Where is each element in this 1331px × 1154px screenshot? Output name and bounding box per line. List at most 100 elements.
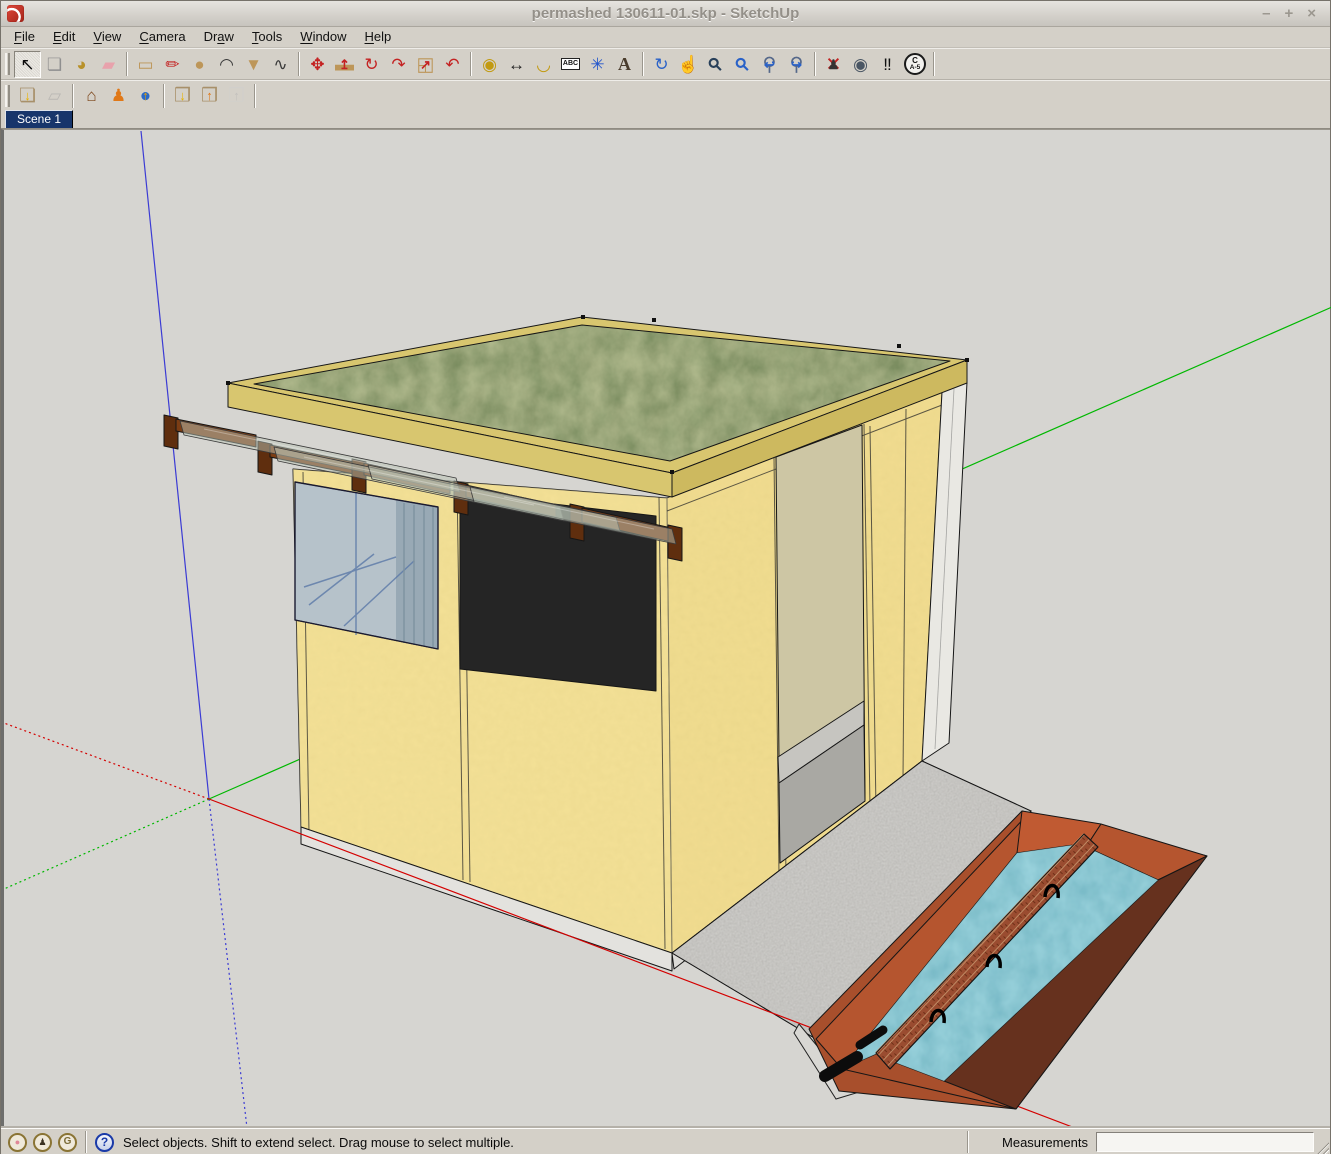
line-tool-button[interactable]: ✏ — [159, 51, 186, 78]
google-earth-icon: ↑ — [142, 89, 149, 102]
text-tool-icon: ABC — [561, 58, 580, 69]
position-camera-icon: ♟ — [828, 58, 840, 71]
polygon-tool-button[interactable]: ▼ — [240, 51, 267, 78]
follow-me-tool-icon: ↷ — [391, 56, 405, 73]
orbit-tool-icon: ↻ — [654, 56, 668, 73]
pan-tool-button[interactable]: ☝ — [675, 51, 702, 78]
rectangle-tool-button[interactable]: ▭ — [132, 51, 159, 78]
blue-axis-dotted — [209, 799, 247, 1128]
menu-item-file[interactable]: File — [5, 27, 44, 47]
credit-attribution-icon[interactable]: ♟ — [33, 1133, 52, 1152]
axes-tool-button[interactable]: ✳ — [584, 51, 611, 78]
preview-in-google-earth-button[interactable]: ♟ — [105, 82, 132, 109]
menu-item-camera[interactable]: Camera — [130, 27, 194, 47]
viewport[interactable] — [1, 129, 1330, 1128]
menu-item-tools[interactable]: Tools — [243, 27, 291, 47]
freehand-tool-icon: ∿ — [273, 56, 287, 73]
menu-item-edit[interactable]: Edit — [44, 27, 84, 47]
walk-tool-button[interactable]: ‼ — [874, 51, 901, 78]
toggle-terrain-button: ▱ — [41, 82, 68, 109]
google-account-icon[interactable]: G — [58, 1133, 77, 1152]
share-model-icon: ↑ — [206, 89, 213, 102]
position-camera-button[interactable]: ✕♟ — [820, 51, 847, 78]
move-tool-icon: ✥ — [310, 56, 324, 73]
close-button[interactable]: × — [1307, 6, 1316, 21]
menu-bar: FileEditViewCameraDrawToolsWindowHelp — [1, 27, 1330, 48]
scene-tab-bar: Scene 1 — [1, 111, 1330, 129]
follow-me-tool-button[interactable]: ↷ — [385, 51, 412, 78]
push-pull-tool-button[interactable]: ▬↥ — [331, 51, 358, 78]
pan-tool-icon: ☝ — [678, 56, 699, 73]
menu-item-help[interactable]: Help — [356, 27, 401, 47]
look-around-button[interactable]: ◉ — [847, 51, 874, 78]
orbit-tool-button[interactable]: ↻ — [648, 51, 675, 78]
select-tool-button[interactable]: ↖ — [14, 51, 41, 78]
menu-item-window[interactable]: Window — [291, 27, 355, 47]
move-tool-button[interactable]: ✥ — [304, 51, 331, 78]
title-bar: permashed 130611-01.skp - SketchUp – + × — [1, 1, 1330, 27]
next-view-button[interactable]: ⚲↪ — [783, 51, 810, 78]
google-earth-button[interactable]: ●↑ — [132, 82, 159, 109]
separator — [967, 1131, 969, 1153]
separator — [254, 84, 256, 108]
next-view-icon: ↪ — [791, 58, 802, 71]
menu-item-draw[interactable]: Draw — [195, 27, 243, 47]
eraser-icon: ▰ — [102, 56, 115, 73]
walk-tool-icon: ‼ — [883, 56, 892, 73]
photo-textures-button[interactable]: ⌂ — [78, 82, 105, 109]
zoom-window-button[interactable]: ⚲ — [729, 51, 756, 78]
dimension-tool-icon: ↔ — [508, 56, 525, 73]
model-window — [295, 482, 438, 649]
scale-tool-icon: ↗ — [420, 58, 431, 71]
google-account-icon-icon: G — [64, 1137, 72, 1147]
maximize-button[interactable]: + — [1284, 6, 1293, 21]
red-axis-dotted — [4, 723, 209, 799]
minimize-button[interactable]: – — [1262, 6, 1270, 21]
eraser-button[interactable]: ▰ — [95, 51, 122, 78]
make-component-button[interactable]: ❏ — [41, 51, 68, 78]
previous-view-button[interactable]: ⚲↩ — [756, 51, 783, 78]
toolbar-grip[interactable] — [5, 53, 10, 75]
share-component-button: ❒↑ — [223, 82, 250, 109]
tape-measure-button[interactable]: ◉ — [476, 51, 503, 78]
protractor-tool-icon: ◡ — [536, 56, 551, 73]
get-models-button[interactable]: ❒↓ — [169, 82, 196, 109]
zoom-tool-icon: ⚲ — [705, 54, 726, 75]
separator — [72, 84, 74, 108]
circle-tool-button[interactable]: ● — [186, 51, 213, 78]
measurements-label: Measurements — [1002, 1135, 1088, 1150]
viewport-canvas[interactable] — [4, 130, 1331, 1128]
measurements-input[interactable] — [1096, 1132, 1314, 1152]
3d-text-tool-button[interactable]: A — [611, 51, 638, 78]
menu-item-view[interactable]: View — [84, 27, 130, 47]
axes-tool-icon: ✳ — [590, 56, 604, 73]
freehand-tool-button[interactable]: ∿ — [267, 51, 294, 78]
compass-view-button[interactable]: A-5C — [904, 53, 926, 75]
separator — [642, 52, 644, 76]
tape-measure-icon: ◉ — [482, 56, 497, 73]
help-icon[interactable]: ? — [95, 1133, 114, 1152]
sketchup-window: permashed 130611-01.skp - SketchUp – + ×… — [0, 0, 1331, 1154]
toolbar-grip[interactable] — [5, 85, 10, 107]
offset-tool-button[interactable]: ↶ — [439, 51, 466, 78]
rotate-tool-button[interactable]: ↻ — [358, 51, 385, 78]
paint-bucket-button[interactable]: ◕ — [68, 51, 95, 78]
share-model-button[interactable]: ❒↑ — [196, 82, 223, 109]
resize-grip[interactable] — [1316, 1141, 1329, 1154]
get-current-view-button[interactable]: ❏↓ — [14, 82, 41, 109]
compass-view-icon: C — [912, 57, 918, 65]
separator — [933, 52, 935, 76]
toolbar-main-buttons: ↖❏◕▰▭✏●◠▼∿✥▬↥↻↷◱↗↶◉↔◡ABC✳A↻☝⚲⚲⚲↩⚲↪✕♟◉‼A-… — [14, 51, 939, 78]
toggle-terrain-icon: ▱ — [48, 87, 61, 104]
dimension-tool-button[interactable]: ↔ — [503, 51, 530, 78]
arc-tool-button[interactable]: ◠ — [213, 51, 240, 78]
scene-tab-1[interactable]: Scene 1 — [5, 110, 73, 128]
get-models-icon: ↓ — [179, 89, 186, 102]
blue-axis — [141, 131, 209, 799]
text-tool-button[interactable]: ABC — [557, 51, 584, 78]
rotate-tool-icon: ↻ — [364, 56, 378, 73]
zoom-tool-button[interactable]: ⚲ — [702, 51, 729, 78]
protractor-tool-button[interactable]: ◡ — [530, 51, 557, 78]
scale-tool-button[interactable]: ◱↗ — [412, 51, 439, 78]
geolocation-icon[interactable]: ● — [8, 1133, 27, 1152]
